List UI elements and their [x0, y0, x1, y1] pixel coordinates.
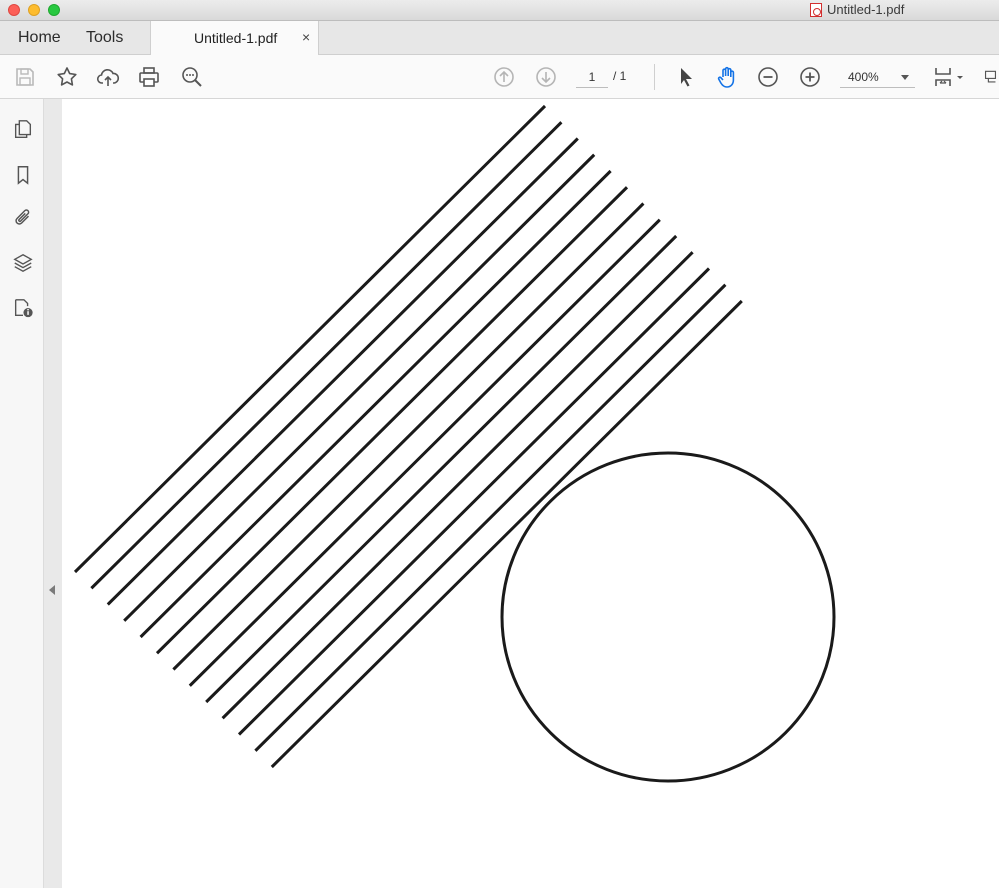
zoom-out-button[interactable]	[755, 64, 781, 90]
zoom-in-icon	[800, 67, 820, 87]
window-title-text: Untitled-1.pdf	[827, 2, 905, 17]
document-tab-close-button[interactable]: ×	[302, 29, 310, 45]
document-canvas[interactable]	[62, 99, 999, 888]
page-total-label: / 1	[613, 69, 627, 83]
window-minimize-button[interactable]	[28, 4, 40, 16]
document-properties-button[interactable]	[10, 295, 36, 321]
window-close-button[interactable]	[8, 4, 20, 16]
bookmarks-icon	[17, 166, 29, 185]
hand-tool-icon	[717, 66, 735, 88]
layers-button[interactable]	[10, 250, 36, 276]
page-display-button[interactable]	[932, 64, 968, 90]
document-tab-label: Untitled-1.pdf	[194, 30, 278, 46]
print-icon	[139, 67, 159, 87]
pdf-viewer-window: Untitled-1.pdf Home Tools Untitled-1.pdf…	[0, 0, 999, 888]
page-number-input[interactable]: 1	[576, 68, 608, 88]
bookmark-star-icon	[57, 67, 77, 86]
zoom-level-value: 400%	[848, 70, 879, 84]
tab-tools[interactable]: Tools	[72, 21, 137, 55]
next-page-icon	[536, 67, 556, 87]
attachments-button[interactable]	[10, 205, 36, 231]
tab-home[interactable]: Home	[4, 21, 75, 55]
page-display-icon	[935, 68, 963, 86]
layers-icon	[13, 253, 33, 273]
save-icon	[16, 68, 34, 86]
zoom-search-button[interactable]	[179, 64, 205, 90]
next-page-button[interactable]	[533, 64, 559, 90]
page-thumbnails-icon	[14, 120, 32, 138]
window-zoom-button[interactable]	[48, 4, 60, 16]
print-button[interactable]	[136, 64, 162, 90]
cloud-upload-icon	[96, 69, 120, 86]
page-thumbnails-button[interactable]	[10, 116, 36, 142]
window-title: Untitled-1.pdf	[810, 2, 904, 17]
select-tool-button[interactable]	[673, 64, 699, 90]
bookmarks-button[interactable]	[10, 162, 36, 188]
left-navigation-rail	[0, 99, 44, 888]
hand-tool-button[interactable]	[714, 64, 740, 90]
chevron-left-icon	[49, 585, 55, 595]
title-bar: Untitled-1.pdf	[0, 0, 999, 21]
more-tools-button[interactable]	[982, 64, 999, 90]
previous-page-icon	[494, 67, 514, 87]
previous-page-button[interactable]	[491, 64, 517, 90]
circle-shape	[500, 451, 836, 783]
select-arrow-icon	[681, 68, 692, 87]
chevron-down-icon	[901, 75, 909, 80]
bookmark-star-button[interactable]	[54, 64, 80, 90]
zoom-in-button[interactable]	[797, 64, 823, 90]
document-properties-icon	[14, 299, 33, 318]
zoom-out-icon	[758, 67, 778, 87]
tab-bar: Home Tools Untitled-1.pdf ×	[0, 21, 999, 55]
toolbar-divider	[654, 64, 655, 90]
pdf-file-icon	[810, 2, 822, 17]
sidebar-toggle-strip[interactable]	[44, 99, 62, 888]
save-button[interactable]	[12, 64, 38, 90]
pdf-page-drawing	[73, 104, 836, 783]
more-tools-icon	[984, 70, 997, 83]
cloud-upload-button[interactable]	[95, 64, 121, 90]
document-tab[interactable]: Untitled-1.pdf ×	[150, 21, 319, 55]
zoom-search-icon	[182, 67, 202, 87]
toolbar: 1 / 1 400%	[0, 55, 999, 99]
attachments-icon	[15, 209, 30, 225]
zoom-level-dropdown[interactable]: 400%	[840, 66, 915, 88]
